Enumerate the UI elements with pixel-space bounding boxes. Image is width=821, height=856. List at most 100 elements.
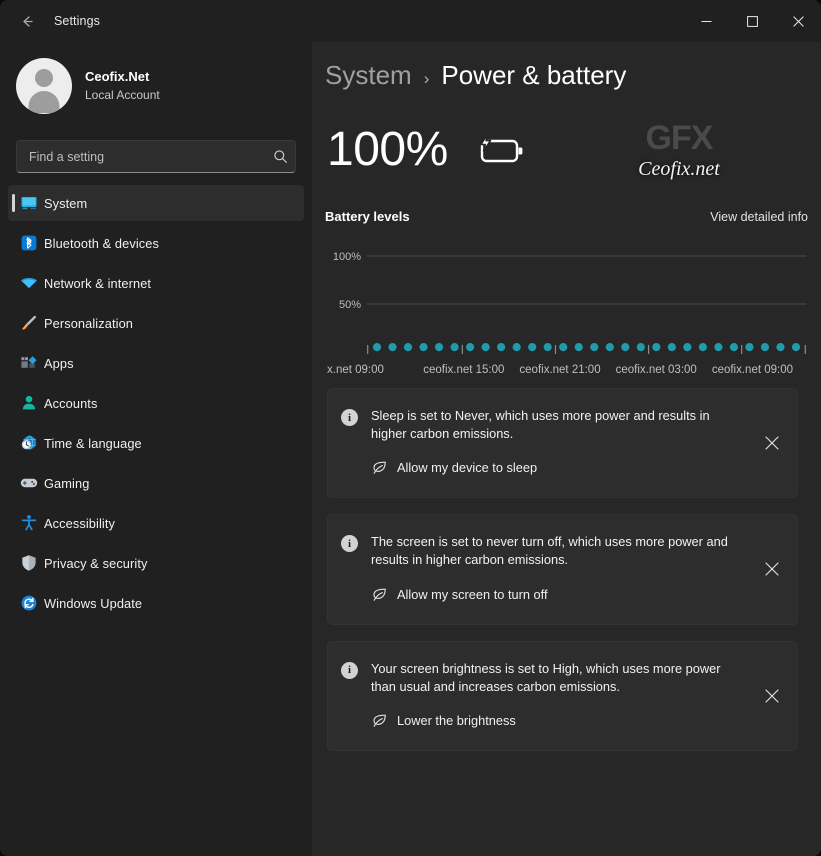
chart-data-point: [590, 343, 599, 352]
chart-title: Battery levels: [325, 209, 410, 224]
notification-card: i Sleep is set to Never, which uses more …: [327, 388, 798, 499]
search-icon[interactable]: [265, 149, 295, 164]
sidebar-item-label: Accessibility: [44, 515, 115, 531]
window-controls: [683, 0, 821, 42]
chart-data-point: [636, 343, 645, 352]
back-arrow-icon: [22, 15, 33, 27]
sidebar-item-accounts[interactable]: Accounts: [8, 385, 304, 421]
close-icon: [765, 562, 779, 577]
chart-data-point: [791, 343, 801, 352]
shield-icon: [20, 554, 38, 572]
notification-cards: i Sleep is set to Never, which uses more …: [312, 376, 821, 751]
chart-data-point: [574, 343, 583, 352]
chart-data-point: [403, 343, 413, 352]
chart-data-point: [434, 343, 444, 352]
chart-data-point: [497, 343, 506, 352]
chart-data-point: [419, 343, 428, 352]
card-action-label[interactable]: Allow my screen to turn off: [397, 587, 548, 602]
sidebar-item-privacy-security[interactable]: Privacy & security: [8, 545, 304, 581]
breadcrumb-parent[interactable]: System: [325, 60, 412, 91]
eco-leaf-icon: [371, 712, 388, 729]
watermark-logo-text: GFX: [645, 119, 714, 157]
sidebar-item-label: System: [44, 195, 88, 211]
info-icon: i: [341, 409, 358, 426]
card-message-row: i The screen is set to never turn off, wh…: [341, 533, 745, 569]
monitor-icon: [20, 194, 38, 212]
chart-x-axis-label: ceofix.net 09:00: [711, 364, 794, 376]
chart-data-point: [388, 343, 397, 352]
breadcrumb: System › Power & battery: [312, 42, 821, 91]
sidebar-item-accessibility[interactable]: Accessibility: [8, 505, 304, 541]
card-close-button[interactable]: [757, 681, 787, 711]
sidebar: Ceofix.Net Local Account Find a setting …: [0, 42, 312, 856]
user-avatar-icon: [16, 58, 72, 114]
search-box[interactable]: [16, 140, 296, 173]
sidebar-item-apps[interactable]: Apps: [8, 345, 304, 381]
chart-y-tick-label: 100%: [333, 251, 361, 263]
close-button[interactable]: [775, 0, 821, 42]
account-summary[interactable]: Ceofix.Net Local Account: [0, 42, 312, 116]
sidebar-nav: System Bluetooth & devices Network & int…: [0, 185, 312, 621]
card-close-button[interactable]: [757, 428, 787, 458]
chart-data-point: [466, 343, 475, 352]
sidebar-item-time-language[interactable]: Time & language: [8, 425, 304, 461]
sidebar-item-gaming[interactable]: Gaming: [8, 465, 304, 501]
info-icon: i: [341, 535, 358, 553]
maximize-icon: [746, 15, 758, 27]
battery-levels-chart: 50% 100%: [325, 240, 808, 362]
card-action-label[interactable]: Lower the brightness: [397, 713, 516, 728]
sidebar-item-label: Time & language: [44, 435, 142, 451]
chart-data-point: [683, 343, 692, 352]
battery-levels-section: Battery levels View detailed info 50% 100…: [312, 209, 821, 376]
apps-icon: [20, 354, 38, 372]
chart-x-axis-label: ceofix.net 21:00: [519, 364, 601, 376]
notification-card: i The screen is set to never turn off, wh…: [327, 514, 798, 625]
maximize-button[interactable]: [729, 0, 775, 42]
sidebar-item-network-internet[interactable]: Network & internet: [8, 265, 304, 301]
sidebar-item-system[interactable]: System: [8, 185, 304, 221]
account-name: Ceofix.Net: [85, 68, 150, 84]
sidebar-item-windows-update[interactable]: Windows Update: [8, 585, 304, 621]
battery-percentage: 100%: [327, 123, 448, 176]
chart-data-point: [667, 343, 676, 352]
card-action-link[interactable]: Lower the brightness: [371, 712, 516, 729]
sidebar-item-bluetooth-devices[interactable]: Bluetooth & devices: [8, 225, 304, 261]
chart-x-axis-labels: x.net 09:00 ceofix.net 15:00 ceofix.net 21…: [325, 364, 808, 376]
paintbrush-icon: [20, 314, 38, 332]
card-action-link[interactable]: Allow my screen to turn off: [371, 586, 548, 603]
chart-data-point: [714, 343, 723, 352]
title-bar: Settings: [0, 0, 821, 42]
sidebar-item-label: Bluetooth & devices: [44, 235, 160, 251]
sidebar-item-label: Accounts: [44, 395, 98, 411]
chart-data-point: [652, 343, 661, 352]
view-detailed-info-link[interactable]: View detailed info: [710, 210, 808, 224]
chart-data-point: [481, 343, 490, 352]
back-button[interactable]: [8, 5, 46, 37]
update-icon: [20, 594, 38, 612]
card-action-label[interactable]: Allow my device to sleep: [397, 460, 537, 475]
chart-header: Battery levels View detailed info: [325, 209, 808, 224]
sidebar-item-personalization[interactable]: Personalization: [8, 305, 304, 341]
account-type: Local Account: [85, 88, 160, 103]
chart-data-point: [776, 343, 785, 352]
chart-data-point: [372, 343, 382, 352]
window-title: Settings: [54, 14, 100, 28]
sidebar-item-label: Windows Update: [44, 595, 143, 611]
minimize-icon: [701, 20, 711, 22]
chart-data-point: [450, 343, 459, 352]
clock-globe-icon: [20, 434, 38, 452]
close-icon: [765, 436, 779, 450]
chart-plot: 50% 100%: [333, 251, 806, 354]
card-action-link[interactable]: Allow my device to sleep: [371, 459, 537, 476]
card-close-button[interactable]: [757, 554, 787, 584]
sidebar-item-label: Gaming: [44, 475, 90, 491]
chart-x-axis-label: x.net 09:00: [327, 364, 384, 376]
card-message: Your screen brightness is set to High, w…: [371, 660, 721, 694]
search-input[interactable]: [17, 149, 265, 164]
chart-data-point: [729, 343, 739, 352]
chart-data-point: [621, 343, 630, 352]
sidebar-item-label: Personalization: [44, 315, 133, 331]
info-icon: i: [341, 661, 358, 679]
minimize-button[interactable]: [683, 0, 729, 42]
chart-data-point: [528, 343, 537, 352]
